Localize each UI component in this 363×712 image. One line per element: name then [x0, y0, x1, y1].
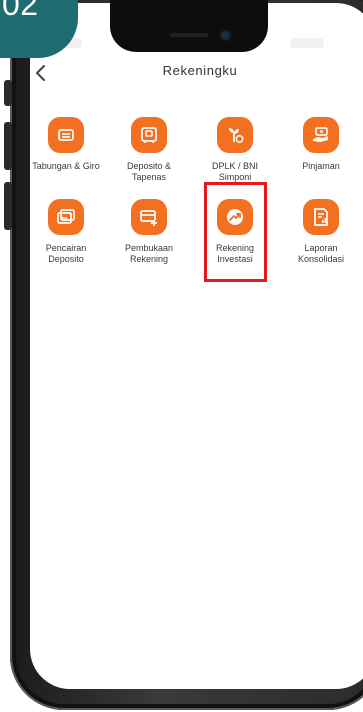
- notch: [110, 0, 268, 52]
- mute-switch: [4, 80, 12, 106]
- safe-icon: [131, 117, 167, 153]
- menu-item-label: Deposito & Tapenas: [126, 161, 172, 182]
- menu-item-label: Pembukaan Rekening: [124, 243, 174, 264]
- menu-item-label: Pencairan Deposito: [45, 243, 87, 264]
- back-arrow-icon[interactable]: [33, 63, 47, 83]
- step-number: 02: [2, 0, 39, 22]
- highlight-box: [204, 182, 267, 282]
- plant-coin-icon: [217, 117, 253, 153]
- status-indicators: [290, 38, 324, 48]
- menu-item-label: Tabungan & Giro: [32, 161, 100, 171]
- menu-item-label: DPLK / BNI Simponi: [211, 161, 258, 182]
- speaker: [170, 33, 208, 37]
- volume-down-button: [4, 182, 12, 230]
- menu-item-label: Pinjaman: [302, 161, 340, 171]
- card-plus-icon: [131, 199, 167, 235]
- wallet-icon: [48, 117, 84, 153]
- menu-item-tabungan-giro[interactable]: Tabungan & Giro: [26, 117, 106, 172]
- stage: Rekeningku Tabungan & Giro Deposito & Ta…: [0, 0, 363, 712]
- page-title: Rekeningku: [162, 63, 238, 78]
- menu-item-pembukaan-rekening[interactable]: Pembukaan Rekening: [109, 199, 189, 265]
- menu-item-laporan-konsolidasi[interactable]: Laporan Konsolidasi: [281, 199, 361, 265]
- phone-screen: [30, 3, 363, 689]
- menu-item-deposito-tapenas[interactable]: Deposito & Tapenas: [109, 117, 189, 183]
- menu-item-pinjaman[interactable]: Pinjaman: [281, 117, 361, 172]
- camera: [221, 31, 230, 40]
- hand-money-icon: [303, 117, 339, 153]
- volume-up-button: [4, 122, 12, 170]
- cash-icon: [48, 199, 84, 235]
- menu-item-dplk-simponi[interactable]: DPLK / BNI Simponi: [195, 117, 275, 183]
- menu-item-label: Laporan Konsolidasi: [297, 243, 345, 264]
- menu-item-pencairan-deposito[interactable]: Pencairan Deposito: [26, 199, 106, 265]
- report-icon: [303, 199, 339, 235]
